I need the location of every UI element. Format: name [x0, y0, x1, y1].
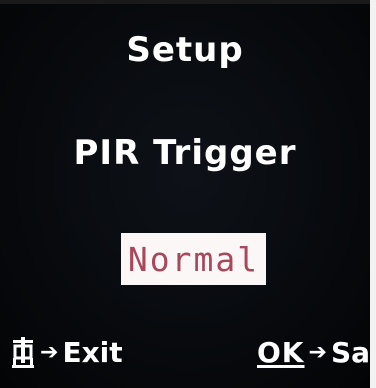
selected-option-box[interactable]: Normal [121, 233, 266, 285]
save-hint[interactable]: OK ➔ Save [257, 336, 376, 369]
selected-option-value: Normal [127, 239, 260, 279]
page-title: Setup [126, 30, 244, 70]
arrow-right-icon: ➔ [308, 340, 327, 365]
gear-icon [10, 336, 36, 369]
exit-hint[interactable]: ➔ Exit [10, 336, 123, 369]
camera-setup-screen: Setup PIR Trigger Normal ➔ Exit OK ➔ Sav… [0, 0, 376, 388]
exit-label: Exit [62, 336, 123, 369]
screen-bezel-top [0, 0, 376, 4]
screen-bezel-right [370, 0, 376, 388]
arrow-right-icon: ➔ [40, 340, 59, 365]
ok-key-label: OK [257, 336, 305, 369]
setting-name: PIR Trigger [73, 133, 297, 173]
